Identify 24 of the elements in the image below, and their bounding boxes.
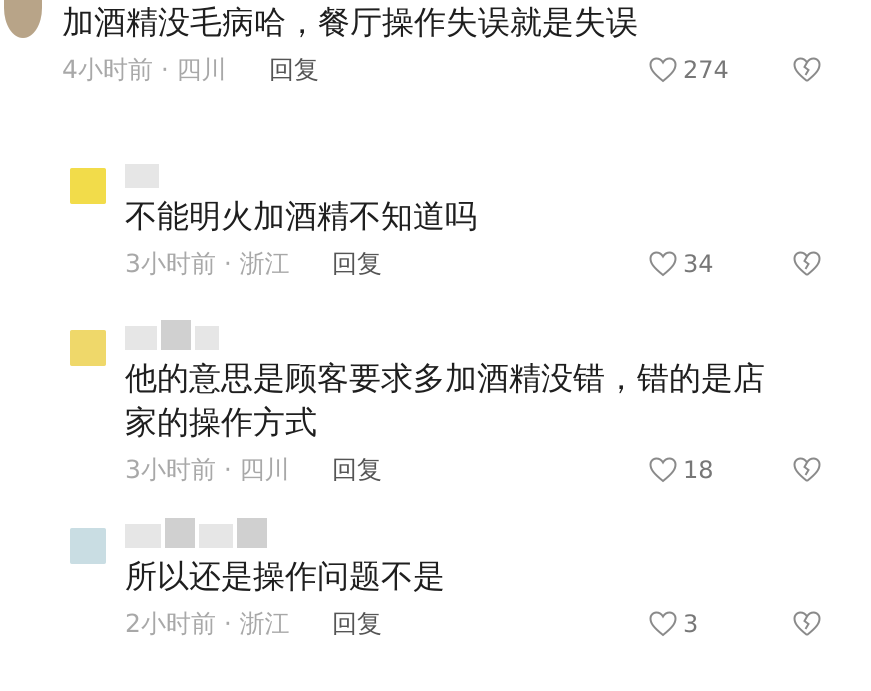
time-location: 3小时前 · 四川 [125, 454, 290, 486]
broken-heart-icon [793, 457, 821, 483]
time-location: 3小时前 · 浙江 [125, 248, 290, 280]
reply-button[interactable]: 回复 [332, 605, 382, 643]
reply-button[interactable]: 回复 [332, 451, 382, 489]
like-button[interactable]: 34 [649, 246, 749, 282]
broken-heart-icon [793, 251, 821, 277]
reply-button[interactable]: 回复 [332, 245, 382, 283]
comment-text: 所以还是操作问题不是 [125, 556, 446, 597]
like-button[interactable]: 274 [649, 52, 749, 88]
comment-text: 不能明火加酒精不知道吗 [125, 196, 478, 237]
dislike-button[interactable] [793, 457, 821, 483]
time-location: 4小时前 · 四川 [62, 54, 227, 86]
dislike-button[interactable] [793, 611, 821, 637]
broken-heart-icon [793, 611, 821, 637]
reply-button[interactable]: 回复 [268, 51, 319, 89]
dislike-button[interactable] [793, 251, 821, 277]
dislike-button[interactable] [793, 57, 821, 83]
time-location: 2小时前 · 浙江 [125, 608, 290, 640]
like-button[interactable]: 3 [649, 606, 749, 642]
comment-text: 他的意思是顾客要求多加酒精没错，错的是店家的操作方式 [125, 358, 766, 443]
comment-text: 加酒精没毛病哈，餐厅操作失误就是失误 [62, 2, 639, 43]
like-button[interactable]: 18 [649, 452, 749, 488]
broken-heart-icon [793, 57, 821, 83]
